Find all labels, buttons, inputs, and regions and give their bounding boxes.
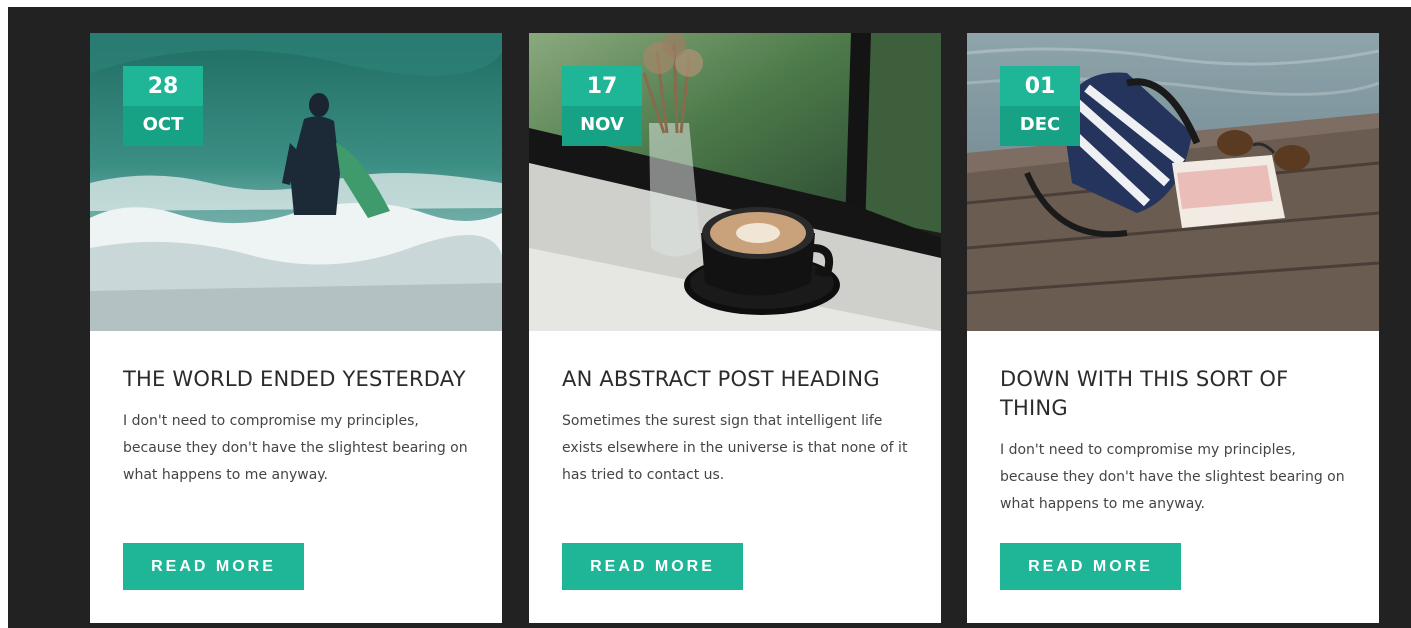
post-card-body: AN ABSTRACT POST HEADING Sometimes the s… — [562, 365, 912, 489]
post-card: 17 NOV AN ABSTRACT POST HEADING Sometime… — [529, 33, 941, 623]
post-image-dock[interactable]: 01 DEC — [967, 33, 1379, 331]
date-day: 01 — [1000, 66, 1080, 106]
date-month: OCT — [123, 106, 203, 146]
date-day: 28 — [123, 66, 203, 106]
date-day: 17 — [562, 66, 642, 106]
date-badge: 01 DEC — [1000, 66, 1080, 146]
date-month: NOV — [562, 106, 642, 146]
blog-page: 28 OCT THE WORLD ENDED YESTERDAY I don't… — [8, 7, 1411, 628]
post-card-body: DOWN WITH THIS SORT OF THING I don't nee… — [1000, 365, 1350, 518]
post-title[interactable]: AN ABSTRACT POST HEADING — [562, 365, 912, 394]
post-image-coffee[interactable]: 17 NOV — [529, 33, 941, 331]
post-image-surfer[interactable]: 28 OCT — [90, 33, 502, 331]
date-badge: 17 NOV — [562, 66, 642, 146]
date-badge: 28 OCT — [123, 66, 203, 146]
read-more-button[interactable]: READ MORE — [1000, 543, 1181, 590]
read-more-button[interactable]: READ MORE — [562, 543, 743, 590]
date-month: DEC — [1000, 106, 1080, 146]
post-card: 01 DEC DOWN WITH THIS SORT OF THING I do… — [967, 33, 1379, 623]
post-card-body: THE WORLD ENDED YESTERDAY I don't need t… — [123, 365, 473, 489]
post-card: 28 OCT THE WORLD ENDED YESTERDAY I don't… — [90, 33, 502, 623]
post-excerpt: I don't need to compromise my principles… — [123, 413, 468, 483]
read-more-button[interactable]: READ MORE — [123, 543, 304, 590]
post-title[interactable]: DOWN WITH THIS SORT OF THING — [1000, 365, 1350, 423]
post-title[interactable]: THE WORLD ENDED YESTERDAY — [123, 365, 473, 394]
post-excerpt: Sometimes the surest sign that intellige… — [562, 413, 908, 483]
post-excerpt: I don't need to compromise my principles… — [1000, 442, 1345, 512]
